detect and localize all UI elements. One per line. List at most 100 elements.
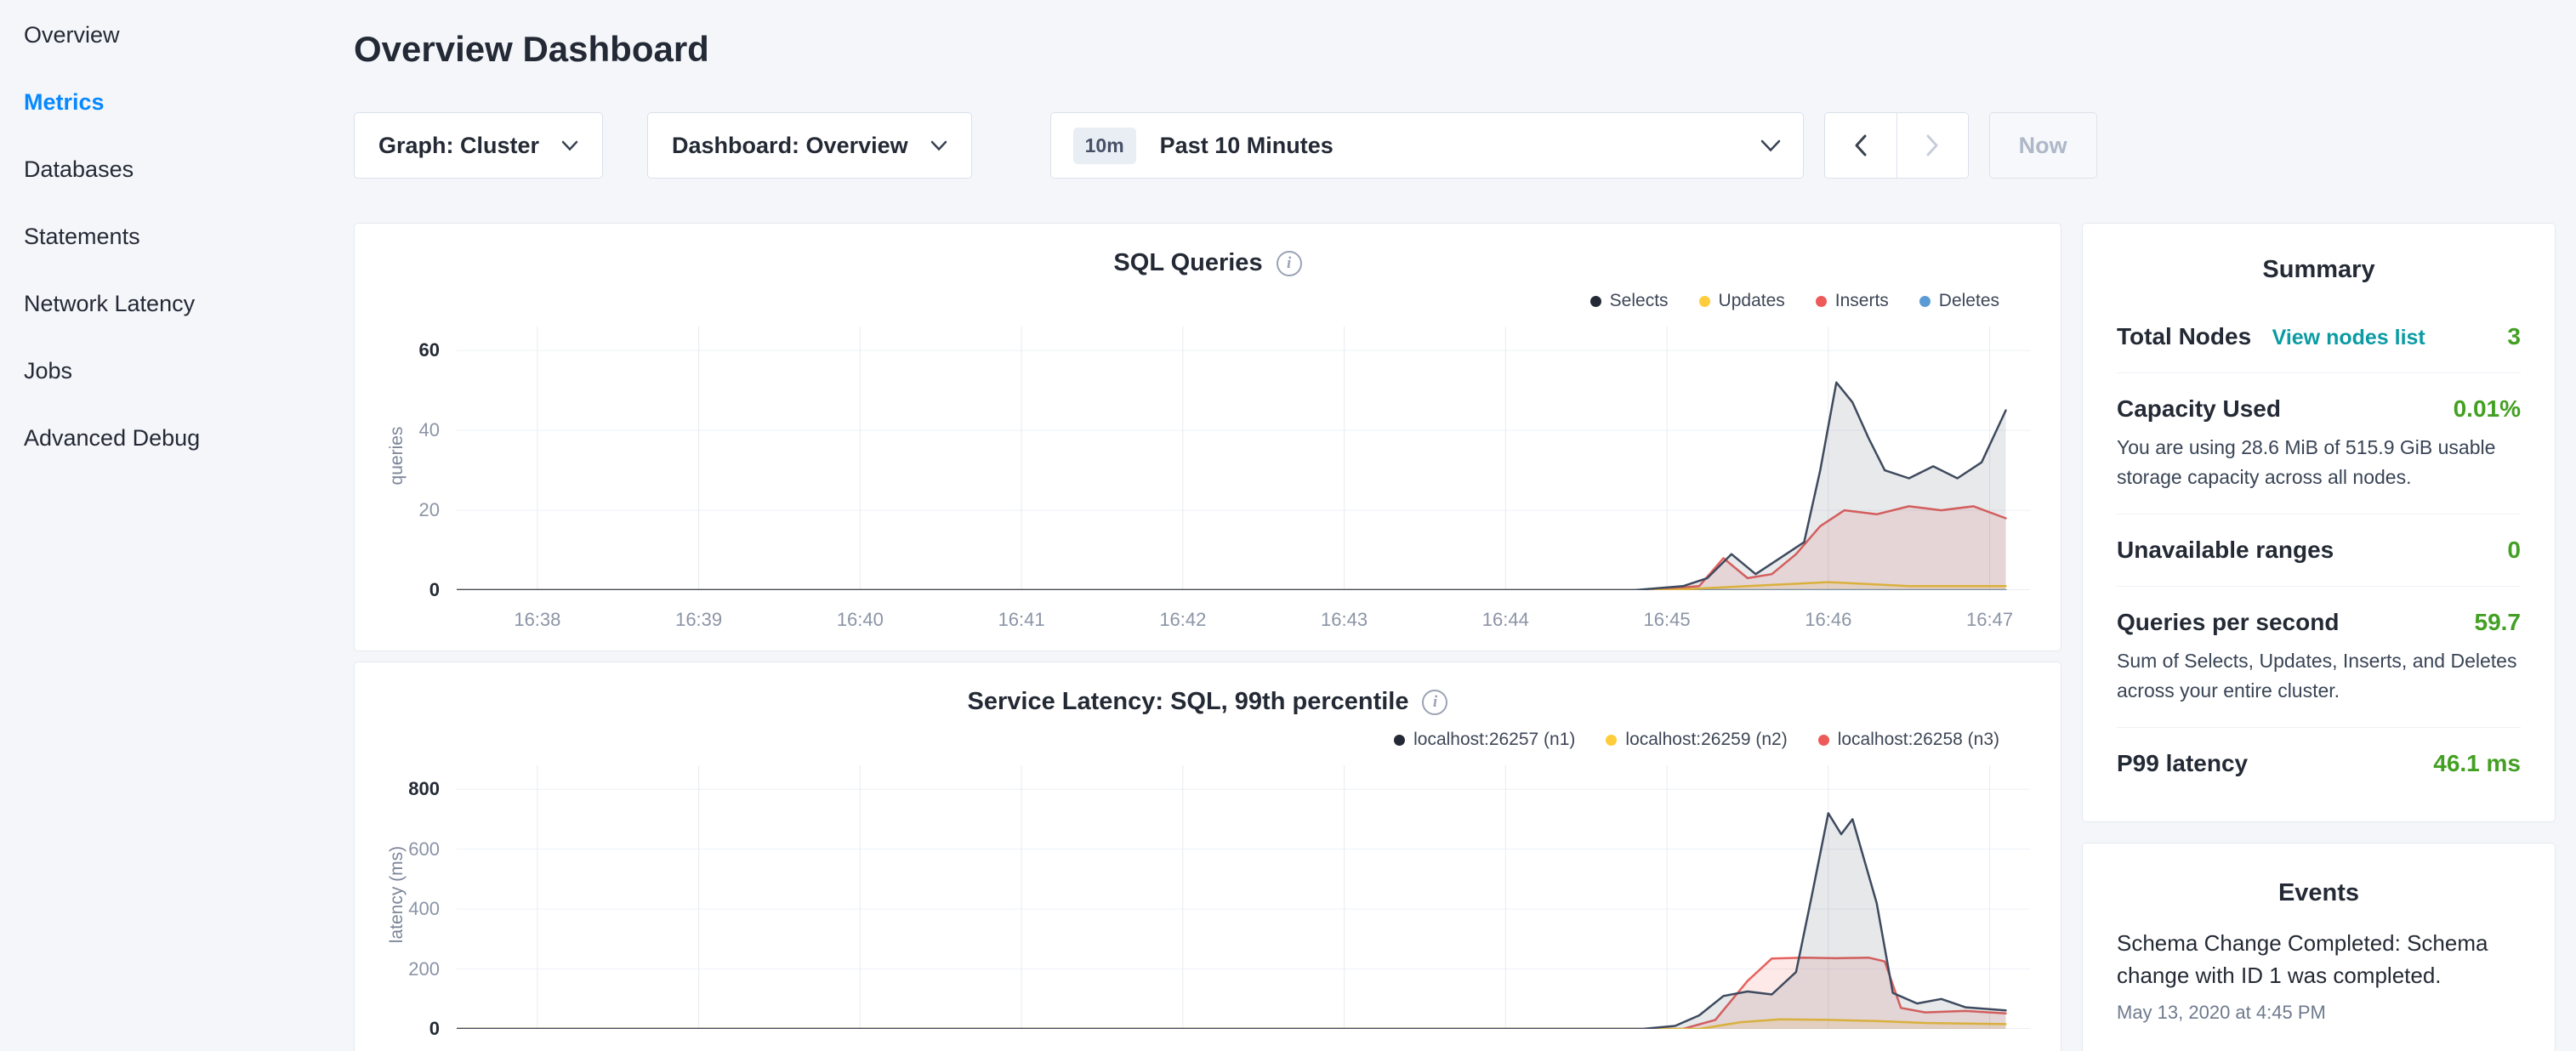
y-tick-label: 0: [368, 579, 440, 601]
legend-dot-icon: [1699, 296, 1710, 307]
y-tick-label: 60: [368, 339, 440, 361]
chart-title-row: Service Latency: SQL, 99th percentile i: [355, 688, 2061, 716]
time-range-picker[interactable]: 10m Past 10 Minutes: [1050, 112, 1804, 179]
x-tick-label: 16:40: [817, 1048, 902, 1051]
chart-plot[interactable]: [457, 327, 2030, 590]
y-tick-label: 400: [368, 898, 440, 920]
legend-dot-icon: [1818, 735, 1829, 746]
summary-label: Queries per second: [2117, 609, 2339, 636]
sidebar-item-statements[interactable]: Statements: [0, 203, 315, 270]
legend-item[interactable]: localhost:26259 (n2): [1606, 730, 1787, 750]
time-range-label: Past 10 Minutes: [1160, 133, 1333, 159]
info-icon[interactable]: i: [1422, 690, 1447, 715]
chart-body: queries 020406016:3816:3916:4016:4116:42…: [355, 320, 2061, 643]
chart-title: SQL Queries: [1113, 249, 1262, 277]
summary-row-capacity-used: Capacity Used 0.01% You are using 28.6 M…: [2117, 372, 2521, 514]
sql-queries-chart-panel: SQL Queries i Selects Updates Inserts Delet…: [354, 223, 2061, 651]
page-title: Overview Dashboard: [354, 29, 2556, 70]
legend-dot-icon: [1590, 296, 1601, 307]
summary-row-total-nodes: Total Nodes View nodes list 3: [2117, 301, 2521, 372]
info-icon[interactable]: i: [1277, 251, 1302, 276]
dashboard-content: SQL Queries i Selects Updates Inserts Delet…: [354, 223, 2556, 1051]
x-tick-label: 16:44: [1463, 609, 1548, 631]
time-forward-button[interactable]: [1896, 113, 1968, 178]
y-tick-label: 0: [368, 1018, 440, 1040]
x-tick-label: 16:42: [1140, 609, 1225, 631]
sidebar-item-metrics[interactable]: Metrics: [0, 69, 315, 136]
legend-item[interactable]: localhost:26258 (n3): [1818, 730, 1999, 750]
y-tick-label: 600: [368, 838, 440, 861]
x-tick-label: 16:47: [1948, 1048, 2033, 1051]
summary-title: Summary: [2117, 256, 2521, 284]
sidebar-item-databases[interactable]: Databases: [0, 136, 315, 203]
chart-plot[interactable]: [457, 765, 2030, 1029]
sidebar: Overview Metrics Databases Statements Ne…: [0, 0, 315, 1051]
x-tick-label: 16:41: [979, 1048, 1064, 1051]
time-back-button[interactable]: [1825, 113, 1896, 178]
x-tick-label: 16:39: [657, 609, 742, 631]
events-title: Events: [2117, 879, 2521, 907]
summary-value: 0.01%: [2454, 395, 2521, 423]
x-tick-label: 16:40: [817, 609, 902, 631]
summary-panel: Summary Total Nodes View nodes list 3 Ca…: [2082, 223, 2556, 822]
chevron-down-icon: [561, 140, 578, 151]
sidebar-item-advanced-debug[interactable]: Advanced Debug: [0, 405, 315, 472]
legend-dot-icon: [1606, 735, 1617, 746]
now-button[interactable]: Now: [1989, 112, 2097, 179]
time-range-badge: 10m: [1073, 128, 1136, 164]
event-item: Schema Change Completed: Schema change w…: [2117, 928, 2521, 1024]
sidebar-item-network-latency[interactable]: Network Latency: [0, 270, 315, 338]
event-text: Schema Change Completed: Schema change w…: [2117, 928, 2521, 991]
dashboard-dropdown-label: Dashboard: Overview: [672, 133, 908, 159]
sidebar-item-label: Metrics: [24, 89, 105, 115]
chart-legend: Selects Updates Inserts Deletes: [355, 291, 2061, 311]
x-tick-label: 16:39: [657, 1048, 742, 1051]
x-tick-label: 16:43: [1302, 609, 1387, 631]
graph-scope-dropdown[interactable]: Graph: Cluster: [354, 112, 603, 179]
legend-dot-icon: [1394, 735, 1405, 746]
dashboard-dropdown[interactable]: Dashboard: Overview: [647, 112, 972, 179]
legend-item[interactable]: Selects: [1590, 291, 1669, 311]
legend-item[interactable]: Updates: [1699, 291, 1785, 311]
right-sidebar: Summary Total Nodes View nodes list 3 Ca…: [2082, 223, 2556, 1051]
service-latency-chart-panel: Service Latency: SQL, 99th percentile i …: [354, 662, 2061, 1051]
view-nodes-list-link[interactable]: View nodes list: [2272, 326, 2425, 349]
chevron-down-icon: [930, 140, 947, 151]
event-timestamp: May 13, 2020 at 4:45 PM: [2117, 1002, 2521, 1024]
x-tick-label: 16:41: [979, 609, 1064, 631]
x-tick-label: 16:43: [1302, 1048, 1387, 1051]
sidebar-item-overview[interactable]: Overview: [0, 2, 315, 69]
dashboard-controls: Graph: Cluster Dashboard: Overview 10m P…: [354, 112, 2556, 179]
summary-description: Sum of Selects, Updates, Inserts, and De…: [2117, 646, 2521, 705]
chevron-right-icon: [1925, 134, 1940, 157]
sidebar-item-label: Jobs: [24, 358, 72, 383]
chevron-down-icon: [1760, 139, 1781, 152]
summary-value: 0: [2507, 537, 2521, 564]
legend-dot-icon: [1816, 296, 1827, 307]
chart-body: latency (ms) 020040060080016:3816:3916:4…: [355, 758, 2061, 1051]
sidebar-item-label: Advanced Debug: [24, 425, 200, 451]
summary-label: Total Nodes: [2117, 323, 2251, 349]
charts-column: SQL Queries i Selects Updates Inserts Delet…: [354, 223, 2061, 1051]
x-tick-label: 16:46: [1786, 1048, 1871, 1051]
events-panel: Events Schema Change Completed: Schema c…: [2082, 843, 2556, 1051]
sidebar-item-label: Databases: [24, 156, 134, 182]
summary-value: 3: [2507, 323, 2521, 350]
x-tick-label: 16:38: [495, 609, 580, 631]
x-tick-label: 16:38: [495, 1048, 580, 1051]
x-tick-label: 16:46: [1786, 609, 1871, 631]
legend-item[interactable]: Inserts: [1816, 291, 1889, 311]
summary-value: 59.7: [2475, 609, 2522, 636]
chart-title: Service Latency: SQL, 99th percentile: [968, 688, 1409, 716]
x-tick-label: 16:42: [1140, 1048, 1225, 1051]
y-tick-label: 20: [368, 499, 440, 521]
sidebar-item-label: Overview: [24, 22, 120, 48]
y-tick-label: 200: [368, 958, 440, 980]
sidebar-item-jobs[interactable]: Jobs: [0, 338, 315, 405]
chevron-left-icon: [1853, 134, 1868, 157]
legend-item[interactable]: localhost:26257 (n1): [1394, 730, 1575, 750]
y-tick-label: 800: [368, 778, 440, 800]
chart-title-row: SQL Queries i: [355, 249, 2061, 277]
x-tick-label: 16:45: [1624, 609, 1709, 631]
legend-item[interactable]: Deletes: [1919, 291, 1999, 311]
